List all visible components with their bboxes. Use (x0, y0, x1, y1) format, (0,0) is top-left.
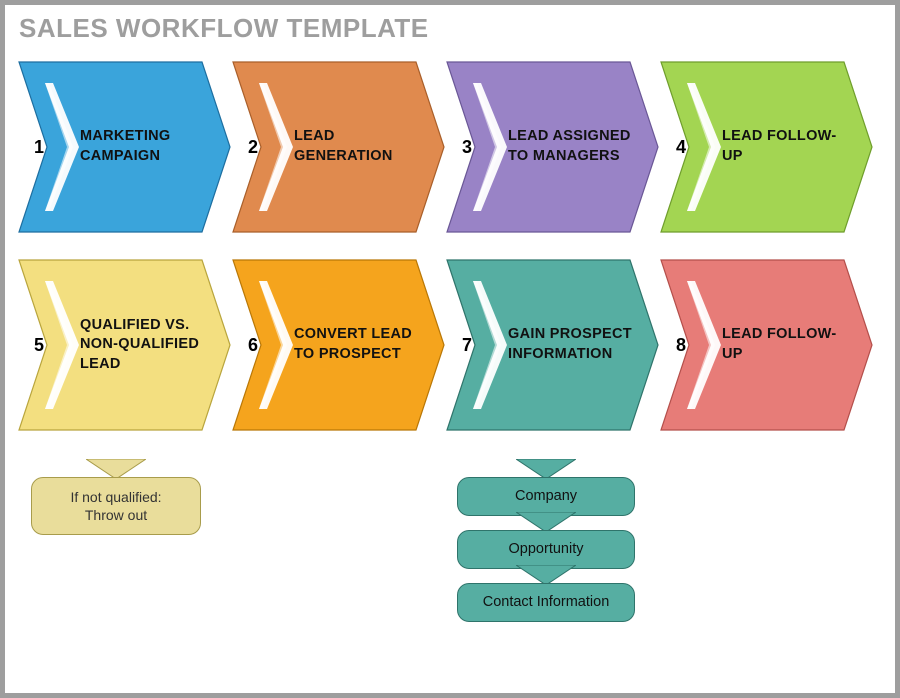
step-label: LEAD FOLLOW-UP (722, 127, 847, 166)
step-number: 2 (248, 137, 258, 158)
step-content: 4 LEAD FOLLOW-UP (661, 62, 872, 232)
callout-step-5: If not qualified: Throw out (31, 463, 201, 535)
workflow-step-6: 6 CONVERT LEAD TO PROSPECT (233, 260, 444, 430)
workflow-step-3: 3 LEAD ASSIGNED TO MANAGERS (447, 62, 658, 232)
step-label: CONVERT LEAD TO PROSPECT (294, 325, 419, 364)
step-number: 7 (462, 335, 472, 356)
step-content: 3 LEAD ASSIGNED TO MANAGERS (447, 62, 658, 232)
callout-pill-contact-info: Contact Information (457, 583, 635, 622)
step-content: 5 QUALIFIED VS. NON-QUALIFIED LEAD (19, 260, 230, 430)
step-number: 3 (462, 137, 472, 158)
workflow-step-5: 5 QUALIFIED VS. NON-QUALIFIED LEAD (19, 260, 230, 430)
step-number: 6 (248, 335, 258, 356)
step-content: 2 LEAD GENERATION (233, 62, 444, 232)
diagram-frame: SALES WORKFLOW TEMPLATE 1 MARKETING CAMPA… (0, 0, 900, 698)
step-number: 4 (676, 137, 686, 158)
step-label: MARKETING CAMPAIGN (80, 127, 205, 166)
page-title: SALES WORKFLOW TEMPLATE (19, 13, 881, 44)
step-number: 5 (34, 335, 44, 356)
callout-pill-company: Company (457, 477, 635, 516)
step-content: 1 MARKETING CAMPAIGN (19, 62, 230, 232)
step-number: 8 (676, 335, 686, 356)
callout-pill-not-qualified: If not qualified: Throw out (31, 477, 201, 535)
step-label: LEAD GENERATION (294, 127, 419, 166)
step-content: 7 GAIN PROSPECT INFORMATION (447, 260, 658, 430)
flow-row-2: 5 QUALIFIED VS. NON-QUALIFIED LEAD 6 CONVER… (19, 260, 881, 430)
workflow-step-2: 2 LEAD GENERATION (233, 62, 444, 232)
callout-step-7: Company Opportunity Contact Information (457, 463, 635, 622)
flow-container: 1 MARKETING CAMPAIGN 2 LEAD GENERATION 3 LEAD… (19, 62, 881, 430)
callout-pill-opportunity: Opportunity (457, 530, 635, 569)
step-label: GAIN PROSPECT INFORMATION (508, 325, 633, 364)
step-label: QUALIFIED VS. NON-QUALIFIED LEAD (80, 316, 205, 375)
step-content: 6 CONVERT LEAD TO PROSPECT (233, 260, 444, 430)
workflow-step-8: 8 LEAD FOLLOW-UP (661, 260, 872, 430)
workflow-step-1: 1 MARKETING CAMPAIGN (19, 62, 230, 232)
workflow-step-7: 7 GAIN PROSPECT INFORMATION (447, 260, 658, 430)
step-label: LEAD FOLLOW-UP (722, 325, 847, 364)
flow-row-1: 1 MARKETING CAMPAIGN 2 LEAD GENERATION 3 LEAD… (19, 62, 881, 232)
step-label: LEAD ASSIGNED TO MANAGERS (508, 127, 633, 166)
step-content: 8 LEAD FOLLOW-UP (661, 260, 872, 430)
workflow-step-4: 4 LEAD FOLLOW-UP (661, 62, 872, 232)
step-number: 1 (34, 137, 44, 158)
